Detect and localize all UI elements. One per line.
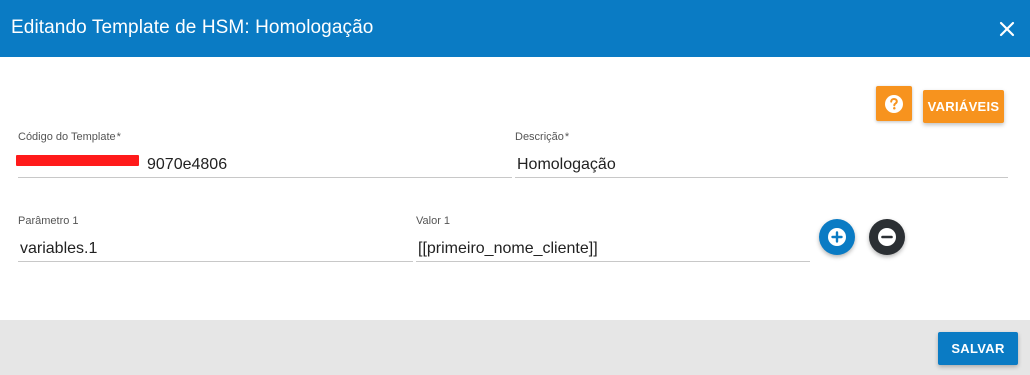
description-field: Descrição* xyxy=(515,131,1008,178)
description-label: Descrição* xyxy=(515,131,570,143)
variables-button[interactable]: VARIÁVEIS xyxy=(923,90,1004,123)
template-code-label: Código do Template* xyxy=(18,131,121,143)
parameter-input[interactable] xyxy=(18,236,413,262)
description-input[interactable] xyxy=(515,152,1008,178)
value-input[interactable] xyxy=(416,236,810,262)
minus-circle-icon xyxy=(878,228,896,246)
value-label: Valor 1 xyxy=(416,215,451,227)
required-mark: * xyxy=(564,131,570,143)
plus-circle-icon xyxy=(828,228,846,246)
help-circle-icon xyxy=(885,94,903,113)
remove-parameter-button[interactable] xyxy=(869,219,905,255)
close-icon xyxy=(999,21,1015,37)
parameter-label: Parâmetro 1 xyxy=(18,215,79,227)
value-field: Valor 1 xyxy=(416,215,810,262)
close-button[interactable] xyxy=(993,15,1021,43)
redaction-mark xyxy=(16,155,139,166)
required-mark: * xyxy=(116,131,121,143)
dialog-title: Editando Template de HSM: Homologação xyxy=(11,17,374,38)
dialog-header: Editando Template de HSM: Homologação xyxy=(0,0,1030,57)
add-parameter-button[interactable] xyxy=(819,219,855,255)
dialog-footer xyxy=(0,320,1030,375)
save-button[interactable]: SALVAR xyxy=(938,332,1018,365)
help-button[interactable] xyxy=(876,86,912,121)
parameter-field: Parâmetro 1 xyxy=(18,215,413,262)
